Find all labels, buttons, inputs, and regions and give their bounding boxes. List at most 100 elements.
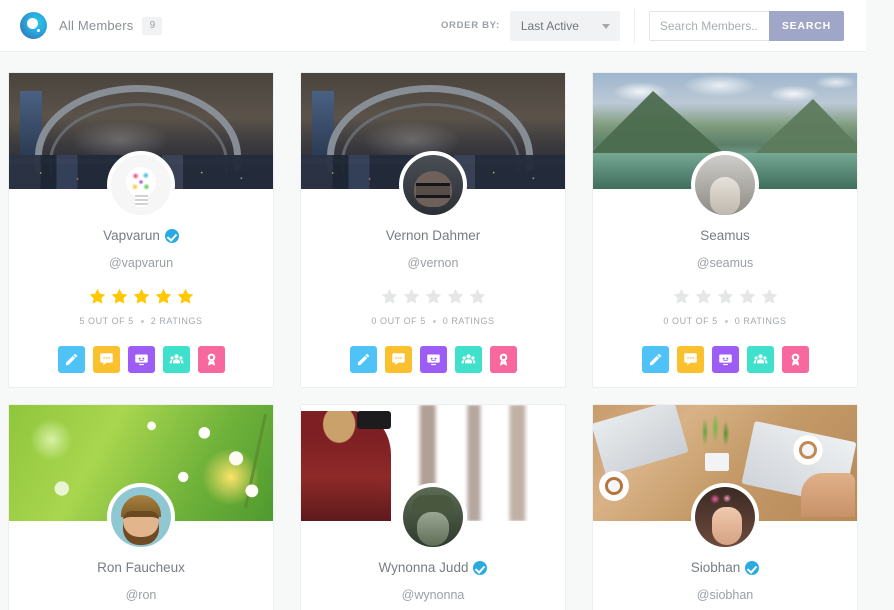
speech-bubble-icon bbox=[391, 352, 406, 367]
search-button[interactable]: SEARCH bbox=[768, 10, 844, 41]
cover-detail bbox=[599, 471, 629, 501]
order-by-label: ORDER BY: bbox=[440, 20, 500, 31]
member-rating-meta: 0 OUT OF 5 0 RATINGS bbox=[301, 316, 565, 326]
member-rating-meta: 0 OUT OF 5 0 RATINGS bbox=[593, 316, 857, 326]
member-handle: @wynonna bbox=[401, 588, 465, 602]
member-avatar[interactable] bbox=[107, 483, 175, 551]
pencil-icon bbox=[648, 352, 663, 367]
member-action-edit-button[interactable] bbox=[57, 346, 85, 373]
member-action-awards-button[interactable] bbox=[197, 346, 225, 373]
member-rating-meta: 5 OUT OF 5 2 RATINGS bbox=[9, 316, 273, 326]
speech-bubble-icon bbox=[683, 352, 698, 367]
member-action-awards-button[interactable] bbox=[489, 346, 517, 373]
monitor-icon bbox=[134, 352, 149, 367]
member-rating-stars[interactable] bbox=[9, 287, 273, 306]
cover-detail bbox=[357, 411, 391, 429]
ratings-count-text: 0 RATINGS bbox=[734, 316, 787, 326]
member-rating-stars[interactable] bbox=[301, 287, 565, 306]
member-name-text: Wynonna Judd bbox=[378, 560, 469, 575]
member-action-message-button[interactable] bbox=[92, 346, 120, 373]
member-avatar[interactable] bbox=[691, 483, 759, 551]
cover-detail bbox=[801, 473, 855, 517]
cover-detail bbox=[793, 435, 823, 465]
directory-controls: ORDER BY: Last Active SEARCH bbox=[441, 0, 866, 51]
member-action-edit-button[interactable] bbox=[349, 346, 377, 373]
member-name-text: Vernon Dahmer bbox=[385, 228, 481, 243]
member-card[interactable]: Siobhan@siobhan0 OUT OF 50 RATINGS bbox=[592, 404, 858, 610]
cover-detail bbox=[705, 453, 729, 471]
verified-badge-icon bbox=[164, 228, 179, 243]
pencil-icon bbox=[64, 352, 79, 367]
member-actions bbox=[301, 346, 565, 373]
member-name-link[interactable]: Vapvarun bbox=[103, 228, 179, 243]
member-action-message-button[interactable] bbox=[384, 346, 412, 373]
verified-badge-icon bbox=[473, 560, 488, 575]
member-avatar[interactable] bbox=[107, 151, 175, 219]
ratings-count-text: 2 RATINGS bbox=[150, 316, 203, 326]
member-action-friends-button[interactable] bbox=[454, 346, 482, 373]
separator-dot bbox=[432, 319, 436, 323]
avatar-image bbox=[111, 487, 171, 547]
rating-score-text: 0 OUT OF 5 bbox=[663, 316, 718, 326]
member-name-text: Ron Faucheux bbox=[97, 560, 185, 575]
member-name-text: Siobhan bbox=[690, 560, 741, 575]
group-icon bbox=[169, 352, 184, 367]
rating-score-text: 0 OUT OF 5 bbox=[371, 316, 426, 326]
member-card[interactable]: Seamus @seamus 0 OUT OF 5 0 RATINGS bbox=[592, 72, 858, 388]
avatar-image bbox=[695, 487, 755, 547]
member-avatar[interactable] bbox=[691, 151, 759, 219]
member-avatar[interactable] bbox=[399, 483, 467, 551]
award-ribbon-icon bbox=[204, 352, 219, 367]
member-action-friends-button[interactable] bbox=[162, 346, 190, 373]
award-ribbon-icon bbox=[496, 352, 511, 367]
member-name-text: Vapvarun bbox=[103, 228, 160, 243]
rating-score-text: 5 OUT OF 5 bbox=[79, 316, 134, 326]
member-action-friends-button[interactable] bbox=[746, 346, 774, 373]
monitor-icon bbox=[426, 352, 441, 367]
member-action-activity-button[interactable] bbox=[419, 346, 447, 373]
control-divider bbox=[633, 8, 635, 43]
avatar-image bbox=[403, 487, 463, 547]
avatar-image bbox=[111, 155, 171, 215]
member-actions bbox=[9, 346, 273, 373]
order-by-select[interactable]: Last Active bbox=[509, 10, 620, 41]
speech-bubble-icon bbox=[99, 352, 114, 367]
separator-dot bbox=[140, 319, 144, 323]
member-card[interactable]: Vapvarun @vapvarun 5 OUT OF 5 2 RATINGS bbox=[8, 72, 274, 388]
search-input[interactable] bbox=[648, 10, 769, 41]
directory-header: All Members 9 ORDER BY: Last Active SEAR… bbox=[0, 0, 866, 52]
member-card[interactable]: Wynonna Judd@wynonna0 OUT OF 50 RATINGS bbox=[300, 404, 566, 610]
member-name-link[interactable]: Wynonna Judd bbox=[379, 560, 488, 575]
cover-detail bbox=[747, 99, 857, 161]
member-rating-stars[interactable] bbox=[593, 287, 857, 306]
member-handle: @vernon bbox=[407, 256, 459, 270]
pencil-icon bbox=[356, 352, 371, 367]
member-handle: @siobhan bbox=[696, 588, 754, 602]
avatar-image bbox=[695, 155, 755, 215]
member-name-link[interactable]: Ron Faucheux bbox=[97, 560, 185, 575]
separator-dot bbox=[724, 319, 728, 323]
member-action-edit-button[interactable] bbox=[641, 346, 669, 373]
award-ribbon-icon bbox=[788, 352, 803, 367]
cover-detail bbox=[593, 91, 733, 161]
member-card[interactable]: Ron Faucheux@ron0 OUT OF 50 RATINGS bbox=[8, 404, 274, 610]
cover-detail bbox=[593, 405, 689, 476]
member-actions bbox=[593, 346, 857, 373]
page-title: All Members bbox=[59, 18, 134, 33]
group-icon bbox=[753, 352, 768, 367]
chevron-down-icon bbox=[601, 23, 610, 29]
cover-detail bbox=[697, 415, 737, 457]
member-avatar[interactable] bbox=[399, 151, 467, 219]
member-name-text: Seamus bbox=[700, 228, 750, 243]
order-by-value: Last Active bbox=[520, 18, 579, 33]
member-action-message-button[interactable] bbox=[676, 346, 704, 373]
member-card[interactable]: Vernon Dahmer @vernon 0 OUT OF 5 0 RATINGS bbox=[300, 72, 566, 388]
member-name-link[interactable]: Siobhan bbox=[691, 560, 760, 575]
member-name-link[interactable]: Seamus bbox=[700, 228, 750, 243]
member-action-activity-button[interactable] bbox=[127, 346, 155, 373]
avatar-image bbox=[403, 155, 463, 215]
group-icon bbox=[461, 352, 476, 367]
member-action-activity-button[interactable] bbox=[711, 346, 739, 373]
member-action-awards-button[interactable] bbox=[781, 346, 809, 373]
member-name-link[interactable]: Vernon Dahmer bbox=[386, 228, 481, 243]
